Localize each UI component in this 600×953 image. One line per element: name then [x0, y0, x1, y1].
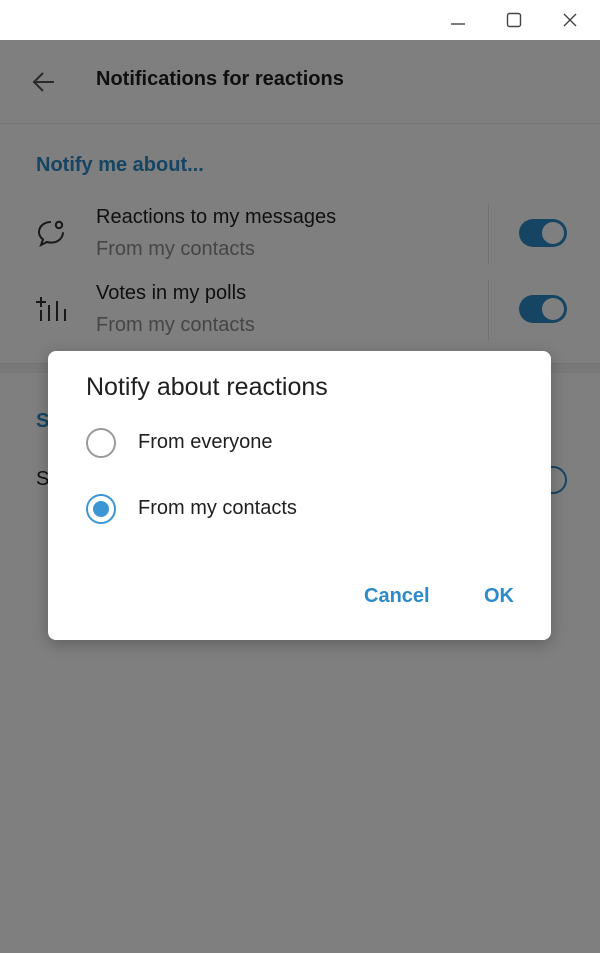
- maximize-button[interactable]: [494, 4, 534, 36]
- minimize-icon: [451, 23, 465, 25]
- radio-unchecked-icon[interactable]: [86, 428, 116, 458]
- ok-button[interactable]: OK: [484, 585, 514, 608]
- maximize-icon: [506, 12, 522, 28]
- close-button[interactable]: [550, 4, 590, 36]
- dialog-title: Notify about reactions: [86, 373, 328, 401]
- notify-reactions-dialog: Notify about reactions From everyone Fro…: [48, 351, 551, 640]
- radio-checked-icon[interactable]: [86, 494, 116, 524]
- radio-dot: [93, 501, 109, 517]
- cancel-button[interactable]: Cancel: [364, 585, 430, 608]
- option-from-everyone[interactable]: From everyone: [86, 423, 506, 463]
- minimize-button[interactable]: [438, 4, 478, 36]
- option-from-my-contacts[interactable]: From my contacts: [86, 489, 506, 529]
- option-label: From my contacts: [138, 497, 297, 519]
- option-label: From everyone: [138, 431, 273, 453]
- close-icon: [563, 13, 577, 27]
- title-bar: [0, 0, 600, 40]
- app-window: Notifications for reactions Notify me ab…: [0, 0, 600, 953]
